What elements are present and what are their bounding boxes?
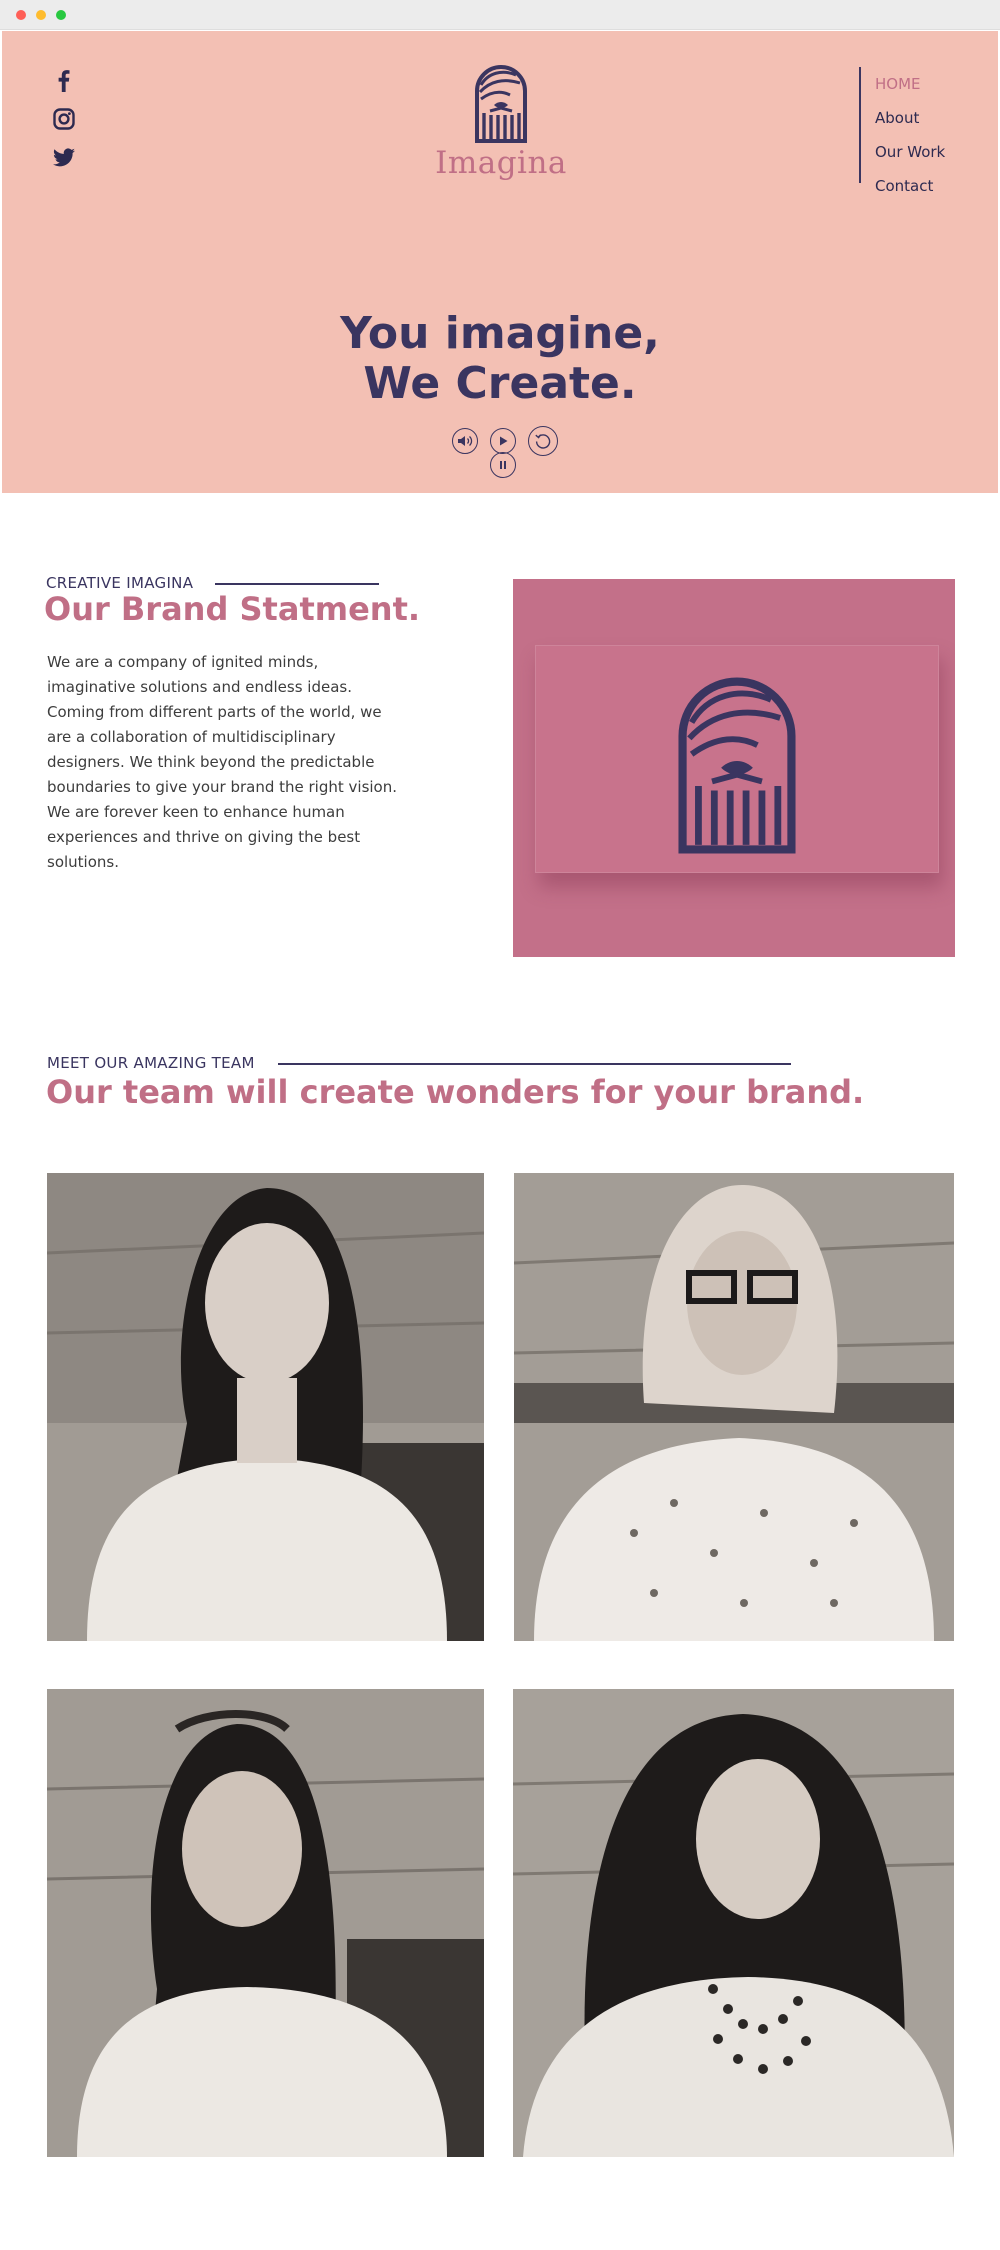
window-minimize-button[interactable] bbox=[36, 10, 46, 20]
logo[interactable]: Imagina bbox=[426, 61, 576, 181]
hero-headline: You imagine, We Create. bbox=[2, 309, 998, 409]
team-title: Our team will create wonders for your br… bbox=[46, 1073, 865, 1111]
team-member-photo[interactable] bbox=[47, 1173, 484, 1641]
brand-eyebrow-rule bbox=[215, 583, 379, 585]
team-member-photo[interactable] bbox=[47, 1689, 484, 2157]
pause-icon[interactable] bbox=[490, 452, 516, 478]
team-eyebrow-rule bbox=[278, 1063, 791, 1065]
brand-statement-text: We are a company of ignited minds, imagi… bbox=[47, 653, 398, 871]
main-nav: HOME About Our Work Contact bbox=[859, 67, 945, 195]
team-member-photo[interactable] bbox=[513, 1689, 954, 2157]
hero-section: Imagina HOME About Our Work Contact You … bbox=[2, 31, 998, 493]
social-links bbox=[50, 67, 78, 181]
nav-item-our-work[interactable]: Our Work bbox=[875, 135, 945, 169]
twitter-icon[interactable] bbox=[50, 143, 78, 171]
brand-card-image bbox=[513, 579, 955, 957]
team-member-photo[interactable] bbox=[514, 1173, 954, 1641]
nav-item-home[interactable]: HOME bbox=[875, 67, 945, 101]
speaker-icon[interactable] bbox=[452, 428, 478, 454]
replay-icon[interactable] bbox=[528, 426, 558, 456]
imagina-logo-emboss-icon bbox=[678, 677, 796, 854]
nav-item-contact[interactable]: Contact bbox=[875, 169, 945, 203]
browser-titlebar bbox=[0, 0, 1000, 30]
logo-wordmark: Imagina bbox=[435, 145, 567, 181]
instagram-icon[interactable] bbox=[50, 105, 78, 133]
brand-title: Our Brand Statment. bbox=[44, 590, 421, 628]
window-close-button[interactable] bbox=[16, 10, 26, 20]
facebook-icon[interactable] bbox=[50, 67, 78, 95]
video-controls bbox=[450, 426, 560, 480]
nav-item-about[interactable]: About bbox=[875, 101, 945, 135]
hero-headline-line-2: We Create. bbox=[363, 358, 637, 409]
team-eyebrow: MEET OUR AMAZING TEAM bbox=[47, 1054, 255, 1072]
play-icon[interactable] bbox=[490, 428, 516, 454]
imagina-logo-icon bbox=[475, 65, 527, 143]
window-zoom-button[interactable] bbox=[56, 10, 66, 20]
hero-headline-line-1: You imagine, bbox=[340, 308, 660, 359]
business-card bbox=[535, 645, 939, 873]
